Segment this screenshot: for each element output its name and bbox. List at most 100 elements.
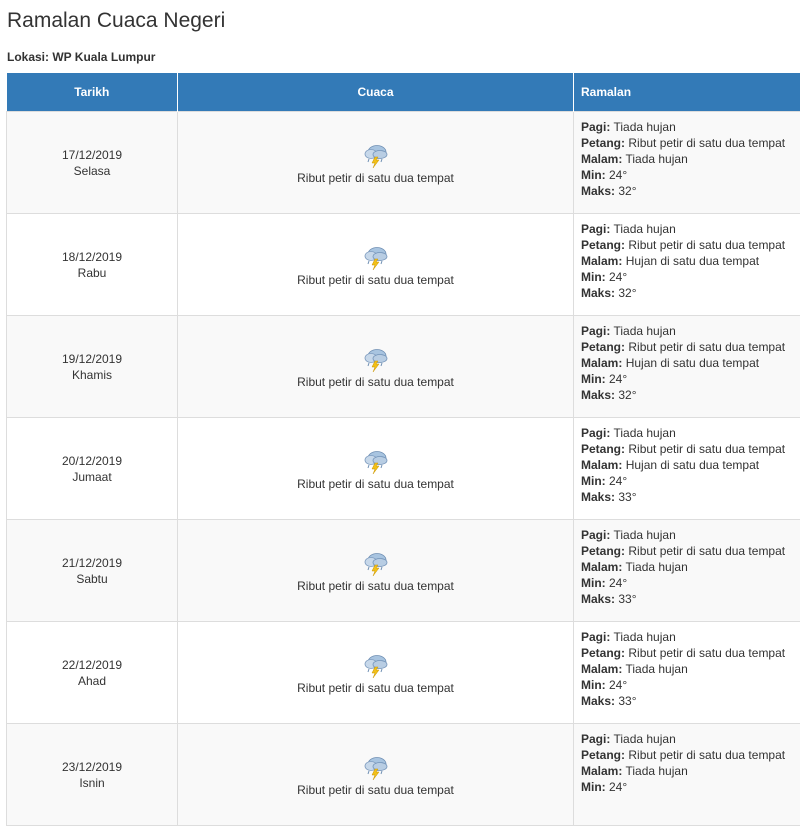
day-text: Sabtu <box>7 571 177 587</box>
forecast-morning: Pagi: Tiada hujan <box>581 629 800 645</box>
morning-label: Pagi: <box>581 732 610 746</box>
afternoon-label: Petang: <box>581 646 625 660</box>
thunderstorm-icon <box>362 652 390 678</box>
date-text: 23/12/2019 <box>7 759 177 775</box>
date-cell: 23/12/2019 Isnin <box>7 724 178 826</box>
table-row: 23/12/2019 Isnin Ribut petir di satu dua… <box>7 724 800 826</box>
morning-value: Tiada hujan <box>613 426 675 440</box>
min-label: Min: <box>581 168 606 182</box>
table-row: 19/12/2019 Khamis Ribut petir di satu du… <box>7 316 800 418</box>
afternoon-value: Ribut petir di satu dua tempat <box>628 340 785 354</box>
date-cell: 18/12/2019 Rabu <box>7 214 178 316</box>
max-value: 32° <box>618 184 636 198</box>
afternoon-label: Petang: <box>581 544 625 558</box>
afternoon-value: Ribut petir di satu dua tempat <box>628 442 785 456</box>
night-label: Malam: <box>581 560 622 574</box>
min-label: Min: <box>581 576 606 590</box>
table-body: 17/12/2019 Selasa Ribut petir di satu du… <box>7 112 800 826</box>
forecast-max: Maks: 33° <box>581 489 800 505</box>
forecast-night: Malam: Tiada hujan <box>581 559 800 575</box>
afternoon-label: Petang: <box>581 340 625 354</box>
thunderstorm-icon <box>362 346 390 372</box>
max-label: Maks: <box>581 388 615 402</box>
morning-value: Tiada hujan <box>613 324 675 338</box>
forecast-max: Maks: 33° <box>581 693 800 709</box>
morning-value: Tiada hujan <box>613 222 675 236</box>
forecast-morning: Pagi: Tiada hujan <box>581 119 800 135</box>
weather-desc: Ribut petir di satu dua tempat <box>178 680 573 696</box>
max-value: 33° <box>618 694 636 708</box>
night-value: Hujan di satu dua tempat <box>626 254 759 268</box>
location-value: WP Kuala Lumpur <box>52 50 155 64</box>
morning-value: Tiada hujan <box>613 528 675 542</box>
min-value: 24° <box>609 576 627 590</box>
afternoon-value: Ribut petir di satu dua tempat <box>628 136 785 150</box>
min-value: 24° <box>609 780 627 794</box>
date-cell: 17/12/2019 Selasa <box>7 112 178 214</box>
forecast-night: Malam: Hujan di satu dua tempat <box>581 355 800 371</box>
morning-label: Pagi: <box>581 426 610 440</box>
afternoon-value: Ribut petir di satu dua tempat <box>628 748 785 762</box>
forecast-afternoon: Petang: Ribut petir di satu dua tempat <box>581 237 800 253</box>
afternoon-label: Petang: <box>581 136 625 150</box>
forecast-night: Malam: Tiada hujan <box>581 763 800 779</box>
max-label: Maks: <box>581 184 615 198</box>
forecast-table: Tarikh Cuaca Ramalan 17/12/2019 Selasa R… <box>6 73 800 826</box>
date-text: 19/12/2019 <box>7 351 177 367</box>
night-value: Hujan di satu dua tempat <box>626 356 759 370</box>
day-text: Selasa <box>7 163 177 179</box>
min-label: Min: <box>581 372 606 386</box>
date-text: 17/12/2019 <box>7 147 177 163</box>
afternoon-label: Petang: <box>581 238 625 252</box>
weather-desc: Ribut petir di satu dua tempat <box>178 170 573 186</box>
max-label: Maks: <box>581 592 615 606</box>
forecast-min: Min: 24° <box>581 779 800 795</box>
morning-label: Pagi: <box>581 630 610 644</box>
forecast-night: Malam: Tiada hujan <box>581 151 800 167</box>
weather-cell: Ribut petir di satu dua tempat <box>178 418 574 520</box>
forecast-morning: Pagi: Tiada hujan <box>581 527 800 543</box>
weather-cell: Ribut petir di satu dua tempat <box>178 622 574 724</box>
forecast-min: Min: 24° <box>581 575 800 591</box>
morning-label: Pagi: <box>581 120 610 134</box>
date-text: 22/12/2019 <box>7 657 177 673</box>
date-text: 20/12/2019 <box>7 453 177 469</box>
min-label: Min: <box>581 678 606 692</box>
forecast-morning: Pagi: Tiada hujan <box>581 731 800 747</box>
night-value: Tiada hujan <box>625 560 687 574</box>
max-value: 32° <box>618 388 636 402</box>
forecast-min: Min: 24° <box>581 473 800 489</box>
afternoon-label: Petang: <box>581 442 625 456</box>
min-value: 24° <box>609 270 627 284</box>
header-weather: Cuaca <box>178 73 574 112</box>
forecast-min: Min: 24° <box>581 677 800 693</box>
location-label: Lokasi: <box>7 50 49 64</box>
night-label: Malam: <box>581 254 622 268</box>
forecast-night: Malam: Hujan di satu dua tempat <box>581 253 800 269</box>
weather-desc: Ribut petir di satu dua tempat <box>178 578 573 594</box>
weather-cell: Ribut petir di satu dua tempat <box>178 112 574 214</box>
morning-label: Pagi: <box>581 324 610 338</box>
page-title: Ramalan Cuaca Negeri <box>7 7 225 35</box>
thunderstorm-icon <box>362 142 390 168</box>
date-cell: 21/12/2019 Sabtu <box>7 520 178 622</box>
date-cell: 19/12/2019 Khamis <box>7 316 178 418</box>
forecast-max: Maks: 32° <box>581 183 800 199</box>
min-value: 24° <box>609 678 627 692</box>
weather-desc: Ribut petir di satu dua tempat <box>178 782 573 798</box>
max-label: Maks: <box>581 694 615 708</box>
forecast-cell: Pagi: Tiada hujan Petang: Ribut petir di… <box>574 112 800 214</box>
date-cell: 22/12/2019 Ahad <box>7 622 178 724</box>
forecast-afternoon: Petang: Ribut petir di satu dua tempat <box>581 441 800 457</box>
night-value: Hujan di satu dua tempat <box>626 458 759 472</box>
morning-value: Tiada hujan <box>613 630 675 644</box>
day-text: Khamis <box>7 367 177 383</box>
thunderstorm-icon <box>362 754 390 780</box>
forecast-afternoon: Petang: Ribut petir di satu dua tempat <box>581 135 800 151</box>
forecast-cell: Pagi: Tiada hujan Petang: Ribut petir di… <box>574 316 800 418</box>
forecast-cell: Pagi: Tiada hujan Petang: Ribut petir di… <box>574 418 800 520</box>
forecast-afternoon: Petang: Ribut petir di satu dua tempat <box>581 543 800 559</box>
weather-cell: Ribut petir di satu dua tempat <box>178 214 574 316</box>
night-label: Malam: <box>581 356 622 370</box>
forecast-cell: Pagi: Tiada hujan Petang: Ribut petir di… <box>574 622 800 724</box>
